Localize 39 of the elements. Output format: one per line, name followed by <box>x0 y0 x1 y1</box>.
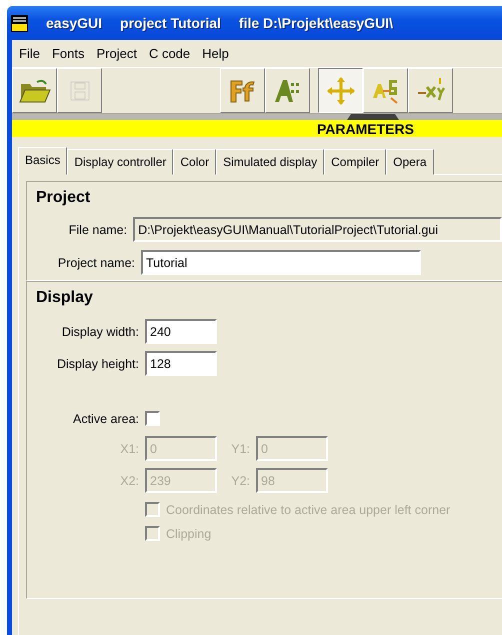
folder-icon <box>18 78 50 104</box>
move-arrows-icon <box>326 76 356 106</box>
number-field[interactable]: 128 <box>145 351 217 376</box>
menu-item[interactable]: File <box>14 44 45 63</box>
text-field[interactable]: D:\Projekt\easyGUI\Manual\TutorialProject\Tutorial.gui <box>133 217 502 242</box>
tab[interactable]: Simulated display <box>216 149 324 175</box>
field-label: Project name: <box>56 256 136 270</box>
section-title: PARAMETERS <box>317 120 414 136</box>
checkbox-label: Coordinates relative to active area upper left corner <box>166 502 450 516</box>
text-field[interactable]: Tutorial <box>141 250 421 275</box>
field-label: Y2: <box>230 474 251 488</box>
checkbox-label: Clipping <box>166 526 212 540</box>
field-label: X1: <box>119 442 140 456</box>
menu-item[interactable]: Fonts <box>46 44 90 63</box>
toolbar-button[interactable] <box>318 68 363 113</box>
field-label: X2: <box>119 474 140 488</box>
group-heading: Project <box>36 189 92 207</box>
group-heading: Display <box>36 289 94 307</box>
window-title: project Tutorial <box>120 15 221 31</box>
number-field[interactable]: 240 <box>145 319 217 344</box>
menu-item[interactable]: Project <box>91 44 142 63</box>
window-title: file D:\Projekt\easyGUI\ <box>238 15 393 31</box>
tab[interactable]: Display controller <box>67 149 174 175</box>
field-label: Y1: <box>230 442 251 456</box>
tab[interactable]: Compiler <box>324 149 386 175</box>
tab[interactable]: Opera <box>386 149 434 175</box>
tab[interactable]: Basics <box>18 147 68 175</box>
app-logo-icon <box>11 14 28 32</box>
floppy-icon <box>70 80 90 100</box>
field-label: Active area: <box>72 412 140 426</box>
field-label: Display height: <box>56 356 140 370</box>
field-label: Display width: <box>60 324 140 338</box>
field-label: File name: <box>68 222 128 236</box>
active-pointer-icon <box>347 114 399 120</box>
menu-item[interactable]: Help <box>197 44 234 63</box>
window-title: easyGUI <box>46 15 102 31</box>
checkbox[interactable] <box>145 411 160 426</box>
tab[interactable]: Color <box>173 149 216 175</box>
menu-item[interactable]: C code <box>144 44 196 63</box>
